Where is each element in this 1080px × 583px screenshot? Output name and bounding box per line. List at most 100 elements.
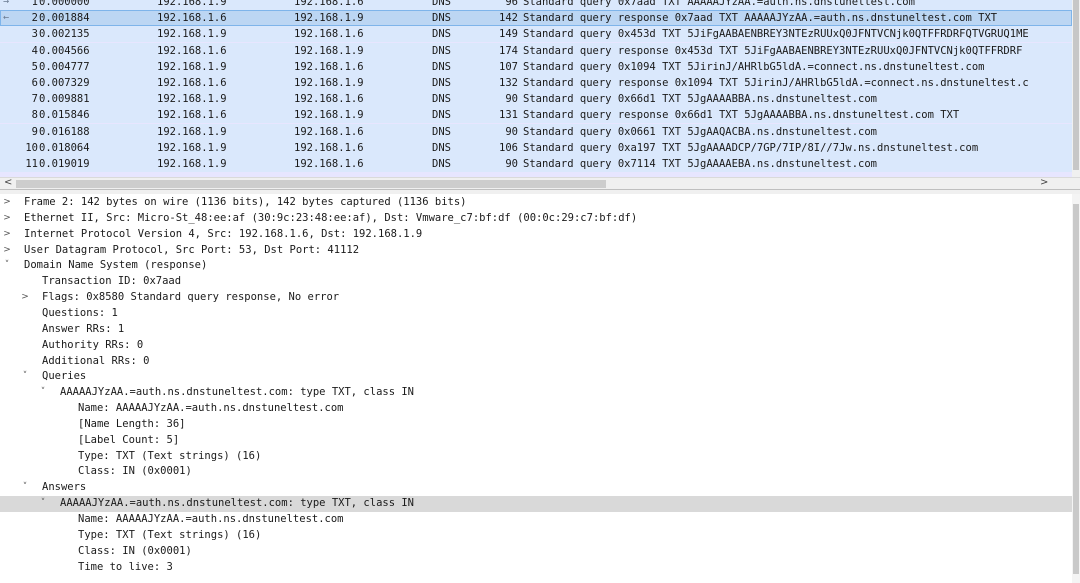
packet-length: 142	[499, 12, 518, 25]
packet-row[interactable]: → 1 0.000000 192.168.1.9 192.168.1.6 DNS 96 Sta…	[0, 0, 1072, 10]
tree-item[interactable]: Class: IN (0x0001)	[0, 464, 1072, 480]
tree-item[interactable]: [Label Count: 5]	[0, 433, 1072, 449]
tree-item[interactable]: Type: TXT (Text strings) (16)	[0, 528, 1072, 544]
packet-source: 192.168.1.9	[157, 93, 227, 106]
packet-length: 149	[499, 28, 518, 41]
tree-item[interactable]: Transaction ID: 0x7aad	[0, 274, 1072, 290]
tree-item-label: [Label Count: 5]	[78, 433, 180, 446]
packet-source: 192.168.1.9	[157, 125, 227, 138]
packet-destination: 192.168.1.6	[294, 93, 364, 106]
packet-number: 6	[31, 77, 38, 89]
packet-row[interactable]: 9 0.016188 192.168.1.9 192.168.1.6 DNS 90 Stan…	[0, 123, 1072, 140]
packet-length: 90	[505, 125, 518, 138]
packet-time: 0.000000	[39, 0, 90, 8]
packet-number: 9	[31, 125, 38, 138]
packet-time: 0.004566	[39, 44, 90, 57]
scroll-left-icon[interactable]: <	[4, 177, 12, 188]
scrollbar-thumb[interactable]	[1073, 204, 1079, 574]
packet-time: 0.019019	[39, 158, 90, 170]
tree-item-label: Type: TXT (Text strings) (16)	[78, 528, 262, 541]
packet-protocol: DNS	[432, 44, 451, 57]
scroll-right-icon[interactable]: >	[1040, 177, 1048, 188]
packet-protocol: DNS	[432, 60, 451, 73]
packet-row[interactable]: 3 0.002135 192.168.1.9 192.168.1.6 DNS 149 Sta…	[0, 26, 1072, 43]
tree-item[interactable]: > Internet Protocol Version 4, Src: 192.1…	[0, 227, 1072, 243]
packet-row[interactable]: 5 0.004777 192.168.1.9 192.168.1.6 DNS 107 Sta…	[0, 58, 1072, 75]
packet-destination: 192.168.1.9	[294, 77, 364, 89]
tree-item-label: Answer RRs: 1	[42, 322, 125, 335]
packet-number: 3	[31, 28, 38, 41]
packet-length: 90	[505, 93, 518, 106]
tree-item-label: Domain Name System (response)	[24, 259, 208, 272]
tree-item-label: AAAAAJYzAA.=auth.ns.dnstuneltest.com: ty…	[60, 497, 415, 510]
packet-number: 5	[31, 60, 38, 73]
packet-row[interactable]: 11 0.019019 192.168.1.9 192.168.1.6 DNS 90 Sta…	[0, 156, 1072, 172]
chevron-right-icon[interactable]: >	[2, 195, 12, 211]
chevron-down-icon[interactable]: ˅	[20, 480, 30, 496]
packet-row[interactable]: 6 0.007329 192.168.1.6 192.168.1.9 DNS 132 Sta…	[0, 75, 1072, 91]
packet-destination: 192.168.1.9	[294, 12, 364, 25]
scrollbar-thumb[interactable]	[16, 180, 606, 188]
tree-item[interactable]: ˅ AAAAAJYzAA.=auth.ns.dnstuneltest.com: t…	[0, 385, 1072, 401]
packet-row[interactable]: 10 0.018064 192.168.1.9 192.168.1.6 DNS 106 St…	[0, 139, 1072, 156]
tree-item[interactable]: > User Datagram Protocol, Src Port: 53, D…	[0, 243, 1072, 259]
packet-time: 0.018064	[39, 141, 90, 154]
packet-length: 106	[499, 141, 518, 154]
packet-info: Standard query response 0x1094 TXT 5Jiri…	[523, 77, 1029, 89]
packet-length: 174	[499, 44, 518, 57]
packet-number: 7	[31, 93, 38, 106]
tree-item[interactable]: Type: TXT (Text strings) (16)	[0, 449, 1072, 465]
packet-list[interactable]: → 1 0.000000 192.168.1.9 192.168.1.6 DNS 96 Sta…	[0, 0, 1080, 177]
packet-source: 192.168.1.6	[157, 44, 227, 57]
chevron-right-icon[interactable]: >	[2, 227, 12, 243]
packet-length: 131	[499, 109, 518, 122]
tree-item[interactable]: ˅ Domain Name System (response)	[0, 258, 1072, 274]
tree-item[interactable]: Name: AAAAAJYzAA.=auth.ns.dnstuneltest.c…	[0, 512, 1072, 528]
packet-protocol: DNS	[432, 93, 451, 106]
scrollbar-thumb[interactable]	[1073, 0, 1079, 170]
packet-number: 1	[31, 0, 38, 8]
chevron-down-icon[interactable]: ˅	[38, 385, 48, 401]
tree-item-label: Class: IN (0x0001)	[78, 465, 192, 478]
packet-protocol: DNS	[432, 0, 451, 8]
chevron-down-icon[interactable]: ˅	[2, 258, 12, 274]
packet-length: 107	[499, 60, 518, 73]
packet-destination: 192.168.1.6	[294, 141, 364, 154]
packet-list-vertical-scrollbar[interactable]	[1072, 0, 1080, 177]
packet-source: 192.168.1.6	[157, 77, 227, 89]
tree-item[interactable]: > Ethernet II, Src: Micro-St_48:ee:af (30…	[0, 211, 1072, 227]
chevron-right-icon[interactable]: >	[2, 243, 12, 259]
tree-item-label: Frame 2: 142 bytes on wire (1136 bits), …	[24, 196, 467, 208]
packet-list-horizontal-scrollbar[interactable]: < >	[0, 177, 1080, 190]
packet-details-vertical-scrollbar[interactable]	[1072, 194, 1080, 583]
tree-item[interactable]: Answer RRs: 1	[0, 322, 1072, 338]
packet-info: Standard query response 0x66d1 TXT 5JgAA…	[523, 109, 960, 122]
tree-item[interactable]: ˅ AAAAAJYzAA.=auth.ns.dnstuneltest.com: t…	[0, 496, 1072, 512]
chevron-down-icon[interactable]: ˅	[20, 369, 30, 385]
tree-item[interactable]: [Name Length: 36]	[0, 417, 1072, 433]
tree-item[interactable]: Additional RRs: 0	[0, 354, 1072, 370]
packet-time: 0.009881	[39, 93, 90, 106]
tree-item[interactable]: Class: IN (0x0001)	[0, 544, 1072, 560]
tree-item-label: Name: AAAAAJYzAA.=auth.ns.dnstuneltest.c…	[78, 513, 344, 525]
chevron-right-icon[interactable]: >	[20, 290, 30, 306]
packet-destination: 192.168.1.9	[294, 44, 364, 57]
tree-item[interactable]: Authority RRs: 0	[0, 338, 1072, 354]
tree-item[interactable]: > Flags: 0x8580 Standard query response, …	[0, 290, 1072, 306]
tree-item[interactable]: ˅ Answers	[0, 480, 1072, 496]
tree-item[interactable]: > Frame 2: 142 bytes on wire (1136 bits),…	[0, 195, 1072, 211]
packet-row[interactable]: 4 0.004566 192.168.1.6 192.168.1.9 DNS 174 Sta…	[0, 42, 1072, 59]
tree-item-label: Class: IN (0x0001)	[78, 544, 192, 557]
chevron-down-icon[interactable]: ˅	[38, 496, 48, 512]
packet-details-tree[interactable]: > Frame 2: 142 bytes on wire (1136 bits),…	[0, 194, 1072, 583]
tree-item[interactable]: Name: AAAAAJYzAA.=auth.ns.dnstuneltest.c…	[0, 401, 1072, 417]
tree-item[interactable]: Questions: 1	[0, 306, 1072, 322]
tree-item-label: Flags: 0x8580 Standard query response, N…	[42, 291, 340, 304]
packet-row[interactable]: 8 0.015846 192.168.1.6 192.168.1.9 DNS 131 Sta…	[0, 107, 1072, 124]
tree-item[interactable]: ˅ Queries	[0, 369, 1072, 385]
tree-item[interactable]: Time to live: 3	[0, 560, 1072, 576]
packet-number: 11	[25, 158, 38, 170]
chevron-right-icon[interactable]: >	[2, 211, 12, 227]
packet-row[interactable]: 7 0.009881 192.168.1.9 192.168.1.6 DNS 90 Stan…	[0, 91, 1072, 108]
packet-row[interactable]: ← 2 0.001884 192.168.1.6 192.168.1.9 DNS 142 St…	[0, 10, 1072, 27]
